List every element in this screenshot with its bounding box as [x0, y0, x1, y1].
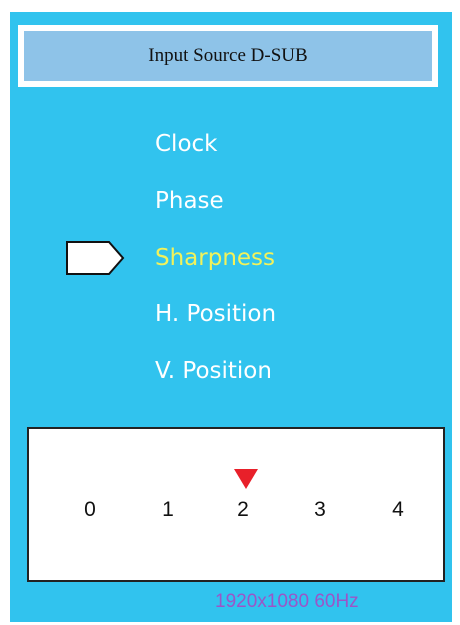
- menu-item-clock[interactable]: Clock: [155, 129, 218, 159]
- menu-item-sharpness[interactable]: Sharpness: [155, 243, 275, 273]
- pointer-arrow-icon: [66, 241, 125, 275]
- scale-label-3[interactable]: 3: [305, 498, 335, 522]
- scale-label-0[interactable]: 0: [75, 498, 105, 522]
- scale-label-2[interactable]: 2: [228, 498, 258, 522]
- input-source-header: Input Source D-SUB: [18, 25, 438, 87]
- menu-item-phase[interactable]: Phase: [155, 186, 224, 216]
- menu-item-h-position[interactable]: H. Position: [155, 299, 276, 329]
- scale-label-4[interactable]: 4: [383, 498, 413, 522]
- menu-item-v-position[interactable]: V. Position: [155, 356, 272, 386]
- resolution-status: 1920x1080 60Hz: [215, 591, 359, 612]
- input-source-title: Input Source D-SUB: [148, 45, 308, 66]
- scale-label-1[interactable]: 1: [153, 498, 183, 522]
- triangle-down-icon: [234, 469, 258, 489]
